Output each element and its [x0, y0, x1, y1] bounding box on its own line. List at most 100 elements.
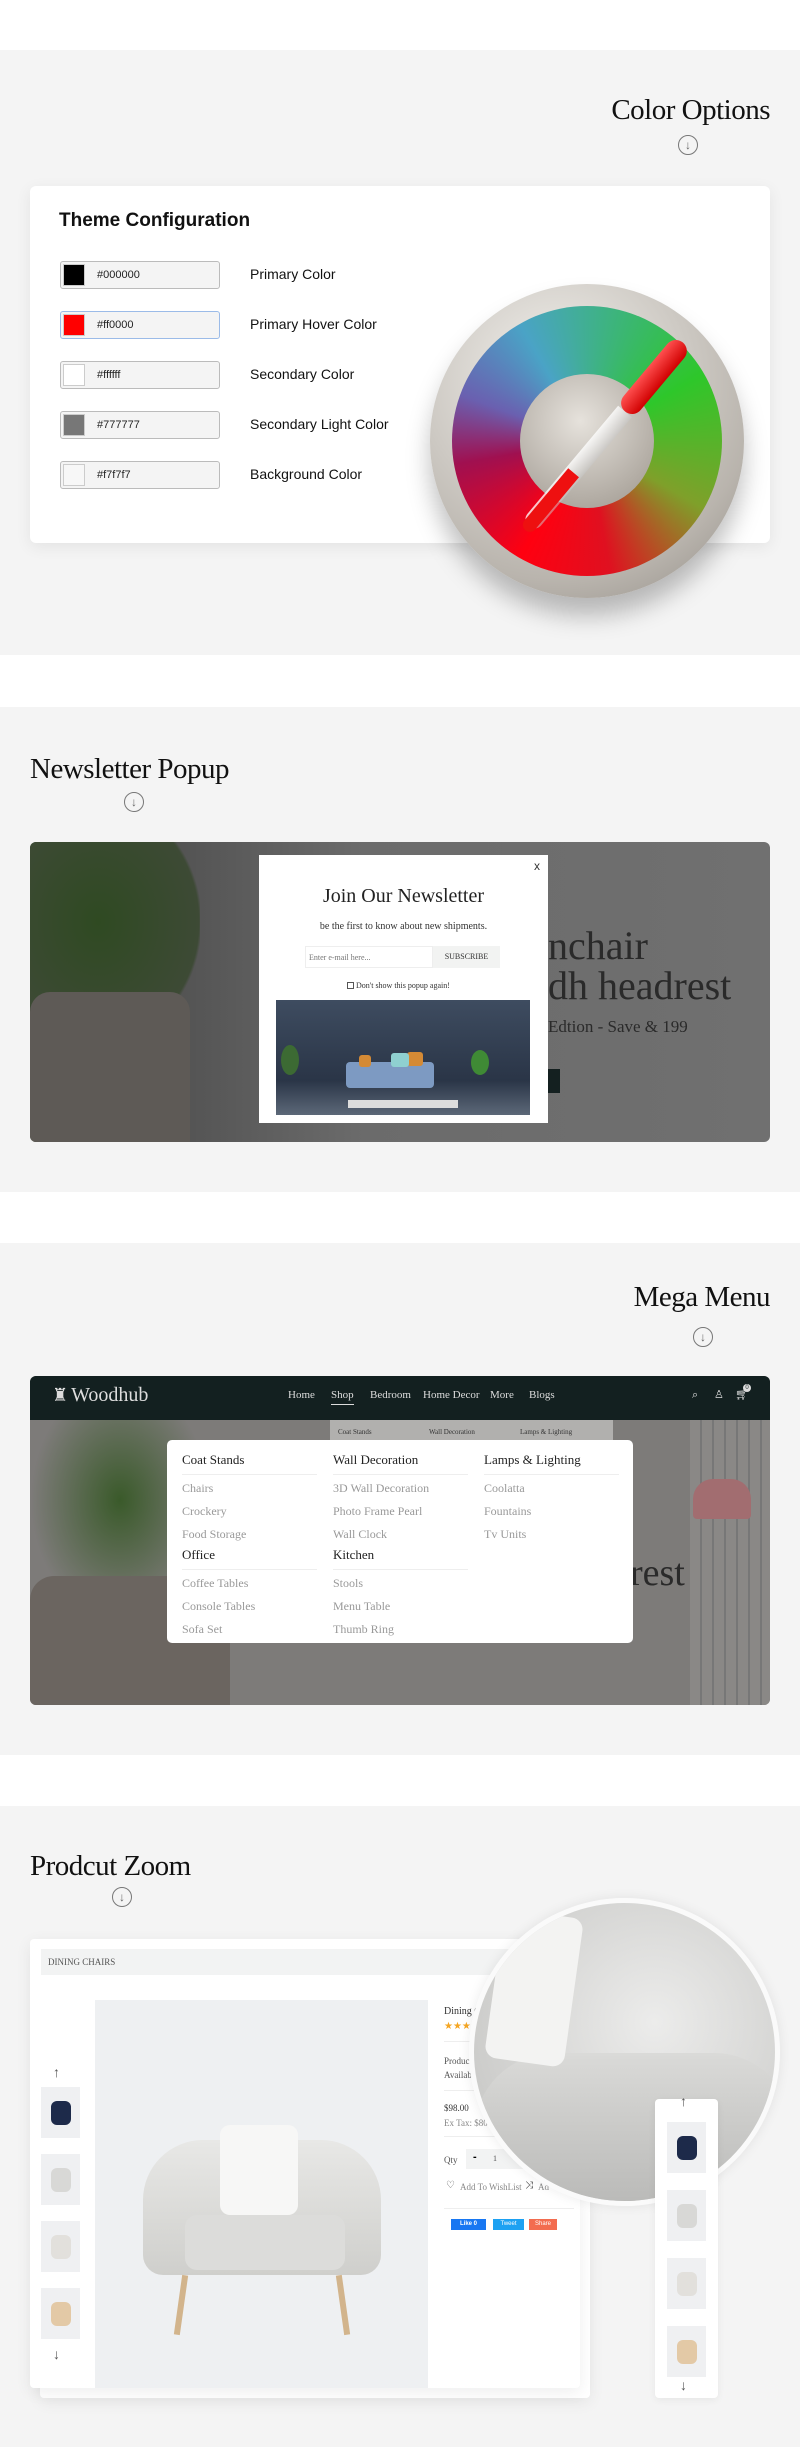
mega-menu-item[interactable]: Menu Table	[333, 1599, 390, 1614]
arrow-down-circle-icon: ↓	[678, 135, 698, 155]
mega-menu-item[interactable]: Console Tables	[182, 1599, 255, 1614]
zoom-thumbnail-strip: ↑ ↓	[655, 2093, 718, 2398]
color-swatch[interactable]	[63, 264, 85, 286]
dont-show-option[interactable]: Don't show this popup again!	[347, 981, 450, 990]
mega-menu-heading[interactable]: Kitchen	[333, 1547, 468, 1570]
color-input[interactable]: #000000	[60, 261, 220, 289]
zoom-thumbnail[interactable]	[667, 2122, 706, 2173]
zoom-lens	[469, 1898, 780, 2206]
mega-menu-section: Mega Menu ↓ rest ♜ Woodhub Home Shop Bedro…	[0, 1243, 800, 1755]
mega-menu-dropdown: Coat Stands Chairs Crockery Food Storage Off…	[167, 1440, 633, 1643]
newsletter-section: Newsletter Popup ↓ nchair dh headrest Ed…	[0, 707, 800, 1192]
breadcrumb: DINING CHAIRS	[41, 1949, 561, 1975]
share-button[interactable]: Share	[529, 2219, 557, 2230]
email-input[interactable]	[305, 946, 433, 968]
mega-menu-item[interactable]: Food Storage	[182, 1527, 246, 1542]
mega-menu-heading[interactable]: Coat Stands	[182, 1452, 317, 1475]
facebook-like-button[interactable]: Like 0	[451, 2219, 486, 2230]
chair-logo-icon: ♜	[52, 1385, 69, 1405]
section-title: Mega Menu	[633, 1281, 771, 1313]
nav-link-more[interactable]: More	[490, 1389, 514, 1401]
tweet-button[interactable]: Tweet	[493, 2219, 524, 2230]
color-swatch[interactable]	[63, 414, 85, 436]
subscribe-button[interactable]: SUBSCRIBE	[433, 946, 500, 968]
card-title: Theme Configuration	[59, 210, 251, 231]
user-icon[interactable]: ♙	[714, 1388, 724, 1401]
product-thumbnail[interactable]	[41, 2288, 80, 2339]
popup-title: Join Our Newsletter	[322, 885, 485, 907]
main-product-image	[95, 2000, 428, 2388]
mega-menu-item[interactable]: Thumb Ring	[333, 1622, 394, 1637]
mega-menu-heading[interactable]: Wall Decoration	[333, 1452, 468, 1475]
mega-menu-item[interactable]: Wall Clock	[333, 1527, 387, 1542]
submenu-item[interactable]: Coat Stands	[338, 1428, 372, 1436]
mega-menu-item[interactable]: Chairs	[182, 1481, 213, 1496]
chair-image	[677, 2340, 697, 2364]
product-thumbnail[interactable]	[41, 2221, 80, 2272]
mega-menu-item[interactable]: Crockery	[182, 1504, 227, 1519]
submenu-item[interactable]: Wall Decoration	[429, 1428, 475, 1436]
color-input[interactable]: #ffffff	[60, 361, 220, 389]
search-icon[interactable]: ⌕	[692, 1389, 698, 1402]
mega-menu-item[interactable]: 3D Wall Decoration	[333, 1481, 429, 1496]
color-label: Primary Color	[250, 266, 336, 282]
arrow-up-icon[interactable]: ↑	[53, 2064, 60, 2080]
color-swatch[interactable]	[63, 364, 85, 386]
mega-menu-item[interactable]: Tv Units	[484, 1527, 526, 1542]
arrow-down-circle-icon: ↓	[112, 1887, 132, 1907]
nav-link-blogs[interactable]: Blogs	[529, 1389, 555, 1401]
mega-menu-item[interactable]: Sofa Set	[182, 1622, 222, 1637]
rating-stars: ★★★	[444, 2021, 471, 2032]
arrow-down-icon[interactable]: ↓	[680, 2377, 687, 2393]
logo[interactable]: ♜ Woodhub	[52, 1384, 148, 1407]
close-button[interactable]: x	[534, 859, 540, 873]
product-zoom-section: Prodcut Zoom ↓ DINING CHAIRS ↑ ↓ Dining C…	[0, 1806, 800, 2447]
color-input[interactable]: #ff0000	[60, 311, 220, 339]
color-swatch[interactable]	[63, 314, 85, 336]
hex-value[interactable]: #f7f7f7	[97, 469, 131, 481]
color-input[interactable]: #777777	[60, 411, 220, 439]
hex-value[interactable]: #777777	[97, 419, 140, 431]
submenu-item[interactable]: Lamps & Lighting	[520, 1428, 572, 1436]
arrow-up-icon[interactable]: ↑	[680, 2093, 687, 2109]
zoom-thumbnail[interactable]	[667, 2326, 706, 2377]
product-thumbnail[interactable]	[41, 2087, 80, 2138]
popup-subtitle: be the first to know about new shipments…	[319, 921, 488, 932]
product-code-label: Product	[444, 2056, 472, 2066]
hex-value[interactable]: #000000	[97, 269, 140, 281]
chair-image	[677, 2204, 697, 2228]
newsletter-popup: x Join Our Newsletter be the first to kn…	[259, 855, 548, 1123]
nav-link-bedroom[interactable]: Bedroom	[370, 1389, 411, 1401]
mega-menu-item[interactable]: Stools	[333, 1576, 363, 1591]
banner-heading: dh headrest	[548, 963, 732, 1008]
color-label: Secondary Light Color	[250, 416, 389, 432]
nav-link-home[interactable]: Home	[288, 1389, 315, 1401]
mega-menu-item[interactable]: Coolatta	[484, 1481, 525, 1496]
checkbox[interactable]	[347, 982, 354, 989]
mega-menu-heading[interactable]: Office	[182, 1547, 317, 1570]
zoom-thumbnail[interactable]	[667, 2190, 706, 2241]
color-swatch[interactable]	[63, 464, 85, 486]
cart-count-badge: 0	[743, 1384, 751, 1392]
mega-menu-item[interactable]: Coffee Tables	[182, 1576, 248, 1591]
nav-link-home-decor[interactable]: Home Decor	[423, 1389, 480, 1401]
arrow-down-circle-icon: ↓	[693, 1327, 713, 1347]
zoom-thumbnail[interactable]	[667, 2258, 706, 2309]
color-input[interactable]: #f7f7f7	[60, 461, 220, 489]
arrow-down-icon[interactable]: ↓	[53, 2346, 60, 2362]
mega-menu-item[interactable]: Photo Frame Pearl	[333, 1504, 422, 1519]
nav-link-shop[interactable]: Shop	[331, 1389, 354, 1405]
section-title: Prodcut Zoom	[30, 1850, 191, 1882]
color-label: Background Color	[250, 466, 363, 482]
product-thumbnail[interactable]	[41, 2154, 80, 2205]
price: $98.00	[444, 2103, 469, 2113]
hex-value[interactable]: #ff0000	[97, 319, 134, 331]
checkbox-label: Don't show this popup again!	[356, 981, 450, 990]
navbar: ♜ Woodhub Home Shop Bedroom Home Decor More B…	[30, 1376, 770, 1420]
mega-menu-item[interactable]: Fountains	[484, 1504, 531, 1519]
chair-image	[51, 2101, 71, 2125]
heart-icon[interactable]: ♡	[446, 2180, 455, 2191]
logo-text: Woodhub	[71, 1384, 149, 1406]
mega-menu-heading[interactable]: Lamps & Lighting	[484, 1452, 619, 1475]
hex-value[interactable]: #ffffff	[97, 369, 120, 381]
